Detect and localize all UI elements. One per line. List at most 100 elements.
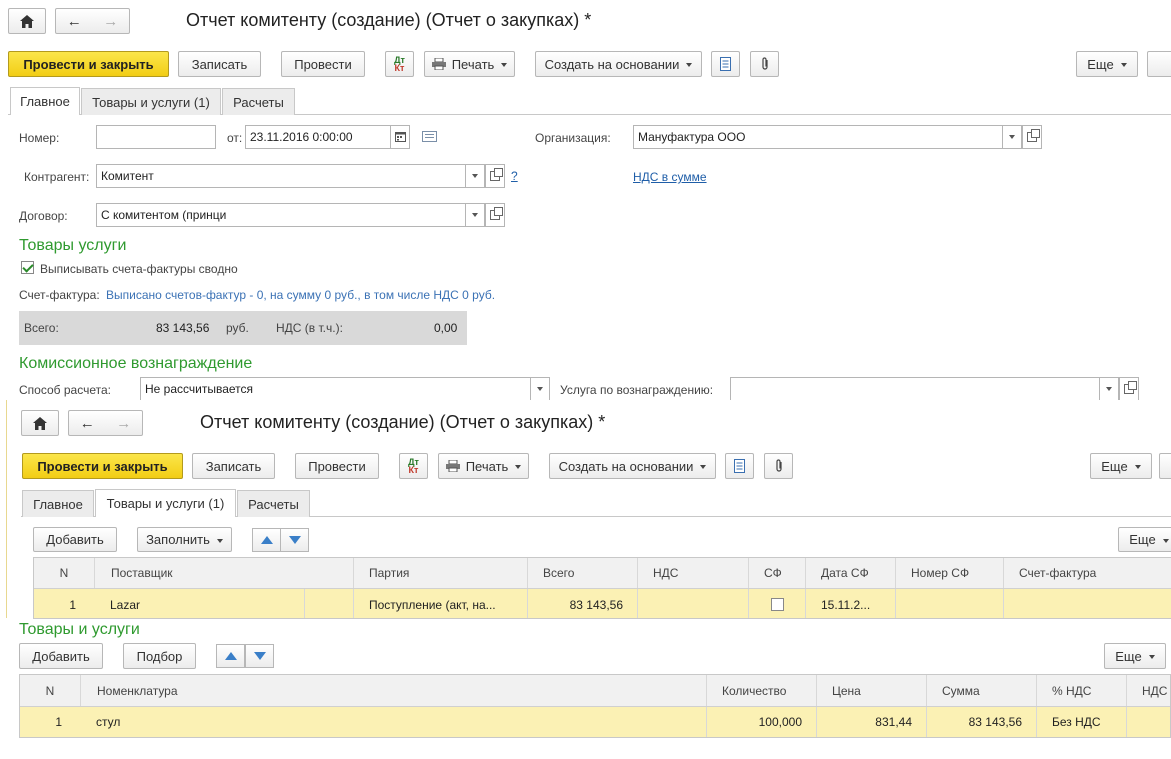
tab-main-2[interactable]: Главное bbox=[22, 490, 94, 517]
printer-icon bbox=[431, 58, 446, 70]
attach-button[interactable] bbox=[750, 51, 779, 77]
forward-arrow-icon[interactable]: → bbox=[116, 415, 131, 432]
contractor-dropdown[interactable] bbox=[465, 164, 485, 188]
reward-service-dropdown[interactable] bbox=[1099, 377, 1119, 401]
col-vat[interactable]: НДС bbox=[1126, 675, 1170, 706]
home-button[interactable] bbox=[8, 8, 46, 34]
number-label: Номер: bbox=[19, 131, 60, 145]
goods-move-down-button[interactable] bbox=[245, 644, 274, 668]
paperclip-icon bbox=[775, 459, 782, 472]
goods-more-button[interactable]: Еще bbox=[1104, 643, 1166, 669]
back-forward-group: ← → bbox=[55, 8, 130, 34]
table-row[interactable]: 1 стул 100,000 831,44 83 143,56 Без НДС bbox=[20, 707, 1170, 737]
cell-batch: Поступление (акт, на... bbox=[353, 589, 527, 618]
post-and-close-button-2[interactable]: Провести и закрыть bbox=[22, 453, 183, 479]
suppliers-table: N Поставщик Партия Всего НДС СФ Дата СФ … bbox=[33, 557, 1171, 619]
col-total[interactable]: Всего bbox=[527, 558, 637, 588]
post-button[interactable]: Провести bbox=[281, 51, 365, 77]
grid-more-button[interactable]: Еще bbox=[1118, 527, 1171, 552]
contract-label: Договор: bbox=[19, 209, 68, 223]
organization-open[interactable] bbox=[1022, 125, 1042, 149]
calc-method-select[interactable]: Не рассчитывается bbox=[140, 377, 531, 401]
create-based-on-button-2[interactable]: Создать на основании bbox=[549, 453, 716, 479]
document-button-2[interactable] bbox=[725, 453, 754, 479]
col-batch[interactable]: Партия bbox=[353, 558, 527, 588]
goods-move-up-button[interactable] bbox=[216, 644, 245, 668]
contractor-input[interactable]: Комитент bbox=[96, 164, 466, 188]
goods-add-button[interactable]: Добавить bbox=[19, 643, 103, 669]
col-qty[interactable]: Количество bbox=[706, 675, 816, 706]
chevron-down-icon bbox=[537, 387, 543, 391]
more-button-2[interactable]: Еще bbox=[1090, 453, 1152, 479]
reward-service-input[interactable] bbox=[730, 377, 1100, 401]
print-button-2[interactable]: Печать bbox=[438, 453, 529, 479]
post-button-2[interactable]: Провести bbox=[295, 453, 379, 479]
col-supplier[interactable]: Поставщик bbox=[94, 558, 353, 588]
more-button[interactable]: Еще bbox=[1076, 51, 1138, 77]
dt-kt-button-2[interactable]: Дт Кт bbox=[399, 453, 428, 479]
col-sf-number[interactable]: Номер СФ bbox=[895, 558, 1003, 588]
col-sf[interactable]: СФ bbox=[748, 558, 805, 588]
printer-icon bbox=[445, 460, 460, 472]
contract-dropdown[interactable] bbox=[465, 203, 485, 227]
move-down-button[interactable] bbox=[280, 528, 309, 552]
col-sf-date[interactable]: Дата СФ bbox=[805, 558, 895, 588]
contract-input[interactable]: С комитентом (принци bbox=[96, 203, 466, 227]
col-sum[interactable]: Сумма bbox=[926, 675, 1036, 706]
dt-kt-button[interactable]: Дт Кт bbox=[385, 51, 414, 77]
arrow-up-icon bbox=[224, 652, 237, 660]
comment-icon[interactable] bbox=[422, 131, 437, 142]
col-price[interactable]: Цена bbox=[816, 675, 926, 706]
forward-arrow-icon[interactable]: → bbox=[103, 13, 118, 30]
invoice-info-link[interactable]: Выписано счетов-фактур - 0, на сумму 0 р… bbox=[106, 288, 495, 302]
create-based-on-button[interactable]: Создать на основании bbox=[535, 51, 702, 77]
tab-goods-services-2[interactable]: Товары и услуги (1) bbox=[95, 489, 236, 517]
reward-service-open[interactable] bbox=[1119, 377, 1139, 401]
contract-open[interactable] bbox=[485, 203, 505, 227]
col-n[interactable]: N bbox=[20, 675, 80, 706]
calc-method-dropdown[interactable] bbox=[530, 377, 550, 401]
col-vat-rate[interactable]: % НДС bbox=[1036, 675, 1126, 706]
fill-button[interactable]: Заполнить bbox=[137, 527, 232, 552]
attach-button-2[interactable] bbox=[764, 453, 793, 479]
organization-dropdown[interactable] bbox=[1002, 125, 1022, 149]
table-row[interactable]: 1 Lazar Поступление (акт, на... 83 143,5… bbox=[34, 589, 1171, 618]
col-item[interactable]: Номенклатура bbox=[80, 675, 706, 706]
help-link[interactable]: ? bbox=[511, 169, 518, 183]
cell-total: 83 143,56 bbox=[527, 589, 629, 618]
date-input[interactable]: 23.11.2016 0:00:00 bbox=[245, 125, 391, 149]
move-up-button[interactable] bbox=[252, 528, 281, 552]
extra-button-edge[interactable] bbox=[1147, 51, 1171, 77]
extra-button-edge-2[interactable] bbox=[1159, 453, 1171, 479]
back-arrow-icon[interactable]: ← bbox=[67, 13, 82, 30]
save-button-2[interactable]: Записать bbox=[192, 453, 275, 479]
sf-checkbox[interactable] bbox=[770, 598, 784, 611]
col-invoice[interactable]: Счет-фактура bbox=[1003, 558, 1171, 588]
tab-settlements-2[interactable]: Расчеты bbox=[237, 490, 310, 517]
tab-goods-services[interactable]: Товары и услуги (1) bbox=[81, 88, 221, 115]
print-button[interactable]: Печать bbox=[424, 51, 515, 77]
document-button[interactable] bbox=[711, 51, 740, 77]
chevron-down-icon bbox=[1009, 135, 1015, 139]
col-n[interactable]: N bbox=[34, 558, 94, 588]
goods-pick-button[interactable]: Подбор bbox=[123, 643, 196, 669]
tab-settlements[interactable]: Расчеты bbox=[222, 88, 295, 115]
back-arrow-icon[interactable]: ← bbox=[80, 415, 95, 432]
invoice-consolidated-label: Выписывать счета-фактуры сводно bbox=[40, 262, 238, 276]
more-label: Еще bbox=[1129, 532, 1168, 547]
vat-in-sum-link[interactable]: НДС в сумме bbox=[633, 170, 707, 184]
tab-main[interactable]: Главное bbox=[10, 87, 80, 115]
calendar-button[interactable] bbox=[390, 125, 410, 149]
save-button[interactable]: Записать bbox=[178, 51, 261, 77]
number-input[interactable] bbox=[96, 125, 216, 149]
organization-input[interactable]: Мануфактура ООО bbox=[633, 125, 1003, 149]
create-based-label: Создать на основании bbox=[559, 459, 707, 474]
vat-included-label: НДС (в т.ч.): bbox=[276, 321, 343, 335]
add-row-button[interactable]: Добавить bbox=[33, 527, 117, 552]
invoice-consolidated-checkbox[interactable] bbox=[21, 261, 34, 274]
home-button-2[interactable] bbox=[21, 410, 59, 436]
col-vat[interactable]: НДС bbox=[637, 558, 748, 588]
post-and-close-button[interactable]: Провести и закрыть bbox=[8, 51, 169, 77]
chevron-down-icon bbox=[1106, 387, 1112, 391]
contractor-open[interactable] bbox=[485, 164, 505, 188]
